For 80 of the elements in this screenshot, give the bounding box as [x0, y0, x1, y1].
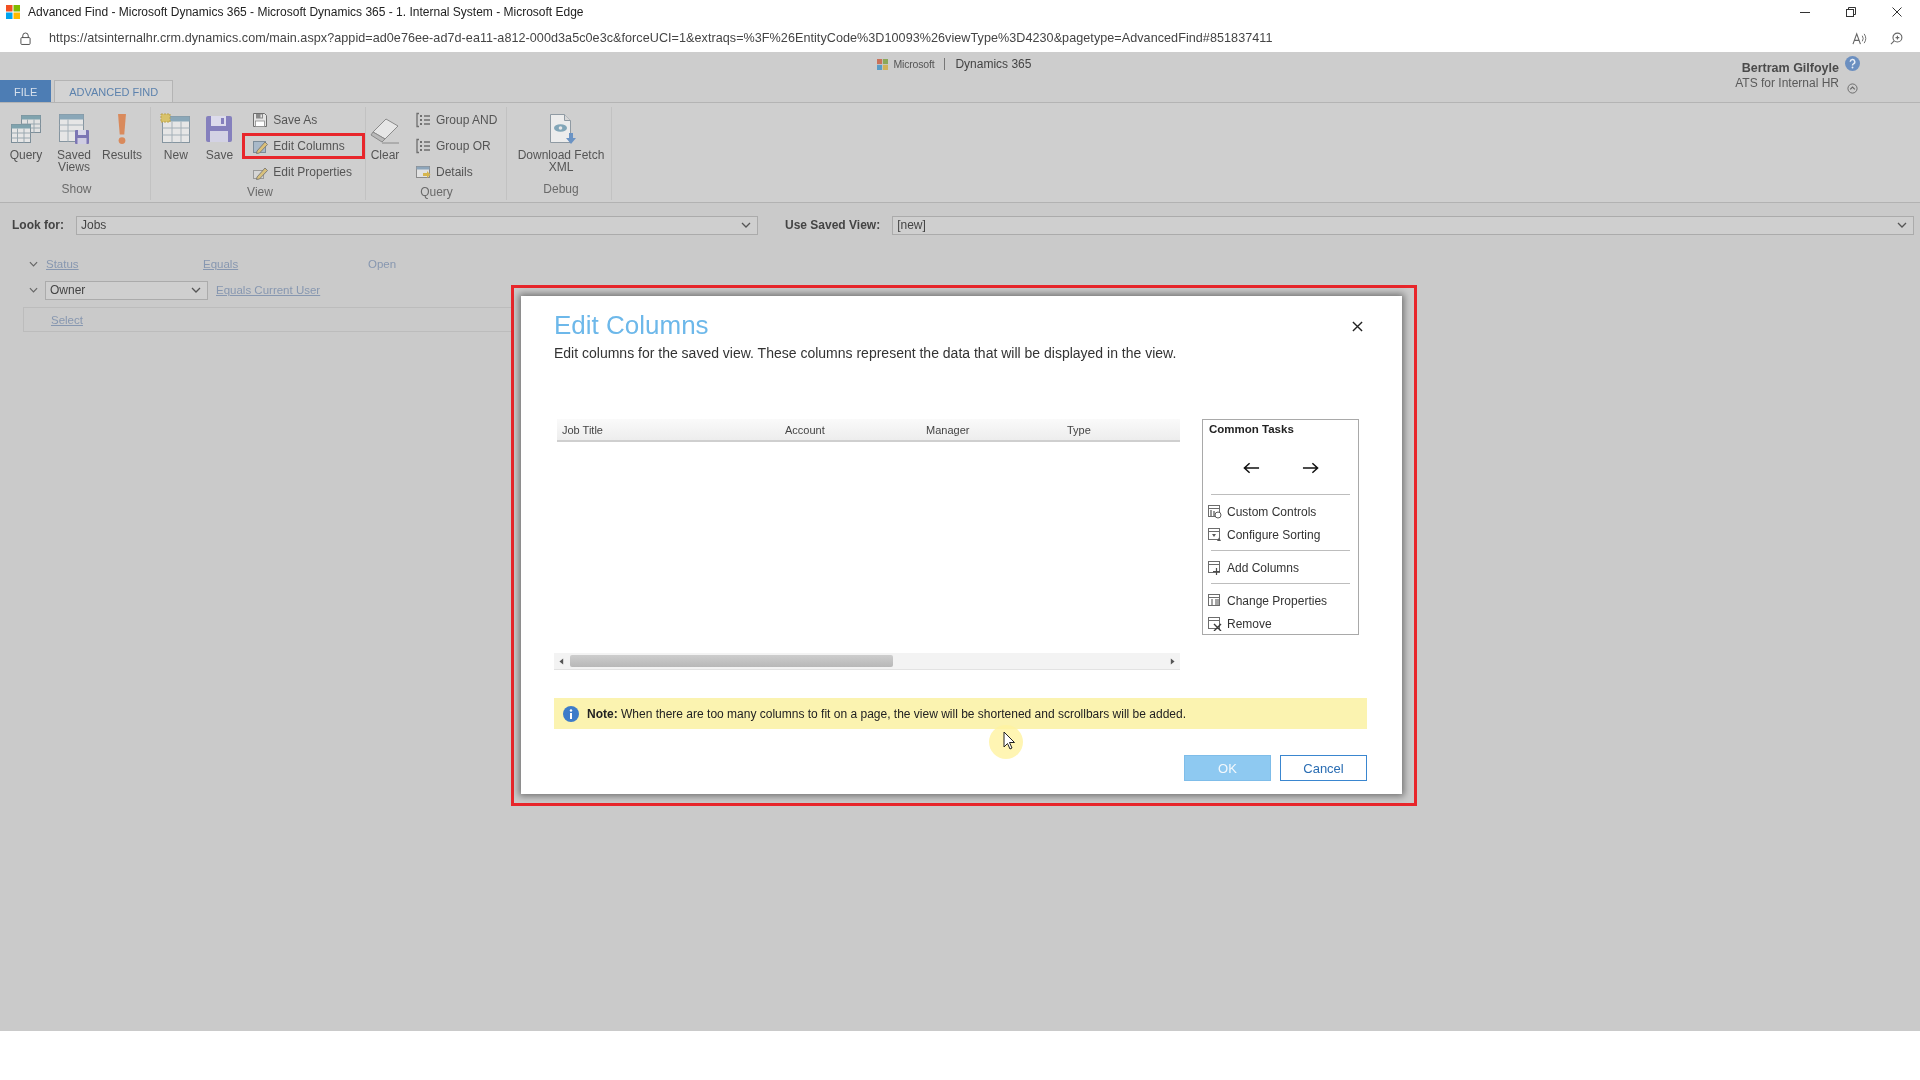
task-link[interactable]: Configure Sorting: [1208, 523, 1350, 546]
dialog-description: Edit columns for the saved view. These columns represent the data that will be displayed in the view.: [554, 344, 1178, 362]
horizontal-scrollbar[interactable]: [554, 653, 1180, 670]
look-for-label: Look for:: [12, 218, 64, 232]
task-link[interactable]: Add Columns: [1208, 556, 1350, 579]
organization-name: ATS for Internal HR: [1735, 76, 1839, 91]
ribbon-group-label: Query: [419, 185, 454, 200]
left-arrow-icon[interactable]: [1242, 462, 1260, 474]
column-header[interactable]: Manager: [926, 423, 1067, 436]
task-link[interactable]: Custom Controls: [1208, 500, 1350, 523]
panel-icon: [415, 164, 431, 180]
ribbon-button[interactable]: Query: [3, 107, 49, 163]
ribbon-group-label: Show: [60, 182, 93, 198]
zoom-icon[interactable]: [1889, 31, 1904, 45]
product-name[interactable]: Dynamics 365: [955, 57, 1032, 71]
exclamation-icon: [118, 114, 126, 144]
ribbon-button[interactable]: New: [155, 107, 197, 163]
window-title: Advanced Find - Microsoft Dynamics 365 - Microsoft Dynamics 365 - 1. Internal System - Microsoft Edge: [28, 5, 584, 19]
ribbon-tab[interactable]: ADVANCED FIND: [54, 80, 174, 102]
table-icon: [10, 113, 42, 145]
chevron-down-icon[interactable]: [29, 261, 38, 267]
ribbon-button[interactable]: Edit Properties: [242, 159, 365, 185]
chevron-down-icon[interactable]: [29, 287, 38, 293]
scrollbar-thumb[interactable]: [570, 655, 893, 667]
chevron-down-icon: [741, 222, 751, 228]
lock-icon[interactable]: [20, 31, 31, 45]
restore-icon[interactable]: [1846, 7, 1856, 17]
column-header[interactable]: Job Title: [562, 423, 785, 436]
read-aloud-icon[interactable]: [1852, 31, 1867, 45]
four-squares-icon: [6, 5, 20, 19]
chevron-down-icon: [1897, 222, 1907, 228]
panel-title: Common Tasks: [1209, 422, 1295, 436]
table-icon: [159, 113, 192, 145]
ribbon-button[interactable]: Group OR: [405, 133, 511, 159]
ribbon-button[interactable]: Save As: [242, 107, 365, 133]
ribbon-button[interactable]: Results: [99, 107, 145, 163]
brand-name: Microsoft: [893, 58, 935, 70]
scroll-left-icon[interactable]: [559, 657, 564, 665]
scroll-right-icon[interactable]: [1170, 657, 1175, 665]
close-icon[interactable]: [1352, 321, 1363, 332]
ribbon-tab[interactable]: FILE: [0, 80, 52, 102]
info-icon: [563, 705, 579, 722]
bracket-list-icon: [415, 112, 431, 128]
ribbon-button[interactable]: Group AND: [405, 107, 511, 133]
pencil-icon: [252, 138, 269, 154]
right-arrow-icon[interactable]: [1301, 462, 1319, 474]
column-header[interactable]: Account: [785, 423, 926, 436]
table-plus-icon: [1208, 560, 1222, 575]
ribbon-button[interactable]: Download Fetch XML: [511, 107, 611, 175]
task-link[interactable]: Change Properties: [1208, 589, 1350, 612]
user-name[interactable]: Bertram Gilfoyle: [1741, 61, 1839, 76]
field-select[interactable]: Owner: [45, 280, 208, 300]
dialog-title: Edit Columns: [554, 309, 709, 342]
task-link[interactable]: Remove: [1208, 612, 1350, 635]
help-icon[interactable]: [1845, 56, 1860, 71]
ribbon-button[interactable]: Edit Columns: [242, 133, 365, 159]
table-x-icon: [1208, 616, 1222, 631]
table-gear-icon: [1208, 504, 1222, 519]
table-sort-icon: [1208, 527, 1222, 542]
address-url[interactable]: https://atsinternalhr.crm.dynamics.com/main.aspx?appid=ad0e76ee-ad7d-ea11-a812-000d3a5c0e3c&forceUCI=1&extraqs=%3F%26EntityCode%3D10093%26viewType%3D4230&pagetype=AdvancedFind#851837411: [49, 31, 1273, 45]
table-floppy-icon: [58, 113, 90, 145]
ribbon-button[interactable]: Clear: [367, 107, 403, 163]
close-icon[interactable]: [1892, 7, 1902, 17]
entity-select[interactable]: Jobs: [76, 215, 758, 235]
saved-view-label: Use Saved View:: [785, 218, 881, 232]
ribbon-button[interactable]: Details: [405, 159, 511, 185]
ribbon-button[interactable]: Save: [198, 107, 241, 163]
ribbon-button[interactable]: Saved Views: [51, 107, 97, 175]
saved-view-select[interactable]: [new]: [892, 215, 1914, 235]
ribbon-group-label: Debug: [542, 182, 580, 198]
bracket-list-icon: [415, 138, 431, 154]
cancel-button[interactable]: Cancel: [1280, 755, 1367, 781]
four-squares-icon: [876, 58, 888, 70]
column-header[interactable]: Type: [1067, 423, 1180, 436]
mouse-pointer-icon: [988, 724, 1024, 760]
note-text: Note: When there are too many columns to fit on a page, the view will be shortened and scrollbars will be added.: [587, 706, 1186, 721]
chevron-down-icon: [191, 287, 201, 293]
table-list-icon: [1208, 593, 1222, 608]
ribbon-group-label: View: [246, 185, 274, 200]
collapse-icon[interactable]: [1847, 83, 1858, 94]
